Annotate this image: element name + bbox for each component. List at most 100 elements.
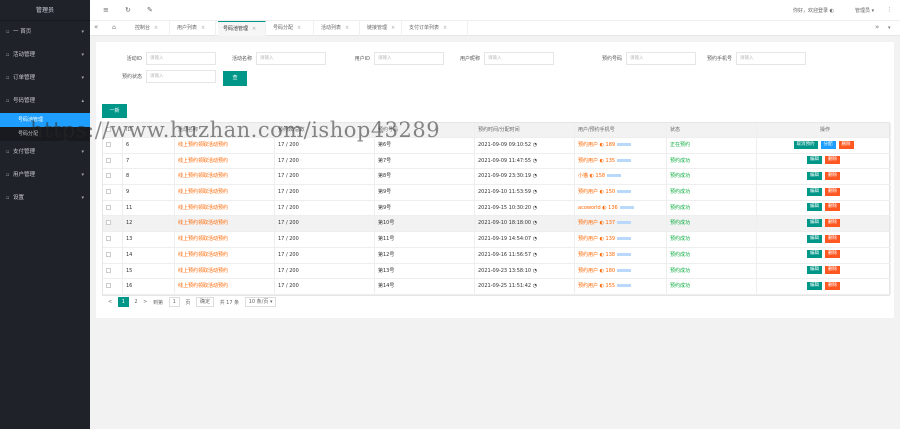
row-checkbox[interactable] [106,236,111,242]
row-action-button[interactable]: 编辑 [807,171,822,180]
row-action-button[interactable]: 编辑 [807,218,822,227]
row-action-button[interactable]: 删除 [825,250,840,259]
table-cell[interactable] [103,153,123,169]
filter-input[interactable]: 请输入 [736,52,806,65]
row-action-button[interactable]: 删除 [838,140,854,149]
sidebar-item-a3[interactable]: ▫ 号码管理 ▴ [0,90,90,113]
row-action-button[interactable]: 编辑 [807,234,822,243]
sidebar-item-b0[interactable]: ▫ 支付管理 ▾ [0,141,90,164]
checkbox[interactable] [106,127,111,132]
more-icon[interactable]: ⋮ [887,7,892,13]
row-action-button[interactable]: 编辑 [807,250,822,259]
sidebar-item-b2[interactable]: ▫ 设置 ▾ [0,187,90,210]
filter-input[interactable]: 请输入 [626,52,696,65]
row-checkbox[interactable] [106,157,111,163]
close-icon[interactable]: × [252,26,256,32]
row-action-button[interactable]: 取消预约 [793,140,818,149]
row-checkbox[interactable] [106,283,111,289]
refresh-icon[interactable]: ↻ [125,6,131,14]
row-checkbox[interactable] [106,220,111,226]
tab-0[interactable]: 控制台 × [130,21,170,36]
pager-confirm-button[interactable]: 确定 [195,297,214,307]
home-tab-icon[interactable]: ⌂ [112,24,116,31]
row-action-button[interactable]: 删除 [825,234,840,243]
row-action-button[interactable]: 编辑 [807,187,822,196]
row-action-button[interactable]: 编辑 [807,281,822,290]
row-action-button[interactable]: 删除 [825,187,840,196]
filter-input[interactable]: 请输入 [146,52,216,65]
tab-4[interactable]: 活动列表 × [316,21,360,36]
pager-page-2[interactable]: 2 [134,299,137,305]
tab-5[interactable]: 链接管理 × [362,21,402,36]
tab-1[interactable]: 用户列表 × [172,21,216,36]
table-cell[interactable] [103,200,123,216]
table-cell[interactable] [103,138,123,153]
close-icon[interactable]: × [154,25,158,31]
pager-prev-icon[interactable]: < [108,299,112,305]
table-cell: 编辑 删除 [757,169,891,185]
broom-icon[interactable]: ✎ [147,6,153,14]
row-action-button[interactable]: 编辑 [807,266,822,274]
sidebar-item-a1[interactable]: ▫ 活动管理 ▾ [0,44,90,67]
close-icon[interactable]: × [443,25,447,31]
row-checkbox[interactable] [106,251,111,257]
table-cell[interactable] [103,185,123,200]
table-cell: 编辑 删除 [757,200,891,216]
tabs-menu-icon[interactable]: ▾ [888,25,891,31]
tab-3[interactable]: 号码分配 × [268,21,314,36]
table-cell[interactable] [103,279,123,294]
table-cell[interactable] [103,216,123,232]
tabs-next-icon[interactable]: » [875,23,879,31]
cell-text: 第6号 [378,142,392,148]
cell-text: 预约用户 ◐ 139 [578,236,616,243]
row-action-button[interactable]: 删除 [825,281,840,290]
row-action-button[interactable]: 分配 [820,140,836,149]
pager-per-page-select[interactable]: 10 条/页 ▾ [244,297,277,307]
row-checkbox[interactable] [106,189,111,195]
table-cell: 17 / 200 [275,169,375,185]
add-button[interactable]: 一新 [102,104,127,118]
cell-text: 17 / 200 [278,267,299,274]
table-cell: 17 / 200 [275,153,375,169]
admin-menu[interactable]: 管理员 ▾ [855,7,874,14]
row-action-button[interactable]: 编辑 [807,203,822,212]
table-cell: 线上预约领取活动预约 [175,263,275,279]
row-action-button[interactable]: 删除 [825,171,840,180]
filter-input[interactable]: 请输入 [484,52,554,65]
row-action-button[interactable]: 删除 [825,203,840,212]
search-button[interactable]: 查 [223,71,247,86]
header-select-all[interactable] [103,123,123,137]
filter-input[interactable]: 请输入 [146,70,216,83]
tabs-prev-icon[interactable]: « [94,23,98,31]
sidebar-item-b1[interactable]: ▫ 用户管理 ▾ [0,164,90,187]
sidebar-subitem-number-assign[interactable]: 号码分配 [0,127,90,141]
sidebar-item-a0[interactable]: ▫ 一 首页 ▾ [0,21,90,44]
row-action-button[interactable]: 删除 [825,218,840,227]
row-checkbox[interactable] [106,142,111,147]
row-checkbox[interactable] [106,173,111,179]
row-checkbox[interactable] [106,267,111,273]
row-action-button[interactable]: 删除 [825,266,840,274]
tab-6[interactable]: 支付订单列表 × [404,21,468,36]
row-action-button[interactable]: 删除 [825,156,840,165]
pager-page-input[interactable]: 1 [168,297,180,307]
table-cell: 17 / 200 [275,232,375,247]
menu-toggle-icon[interactable]: ≡ [103,6,109,14]
sidebar-item-a2[interactable]: ▫ 订单管理 ▾ [0,67,90,90]
tab-2[interactable]: 号码池管理 × [218,21,266,36]
filter-input[interactable]: 请输入 [374,52,444,65]
sidebar-subitem-number-pool[interactable]: 号码池管理 [0,113,90,127]
table-cell[interactable] [103,169,123,185]
row-action-button[interactable]: 编辑 [807,156,822,165]
table-cell[interactable] [103,247,123,263]
table-cell[interactable] [103,232,123,247]
filter-input[interactable]: 请输入 [256,52,326,65]
close-icon[interactable]: × [201,25,205,31]
pager-next-icon[interactable]: > [143,299,147,305]
close-icon[interactable]: × [391,25,395,31]
table-cell[interactable] [103,263,123,279]
close-icon[interactable]: × [297,25,301,31]
row-checkbox[interactable] [106,204,111,210]
pager-current[interactable]: 1 [117,297,129,307]
close-icon[interactable]: × [345,25,349,31]
